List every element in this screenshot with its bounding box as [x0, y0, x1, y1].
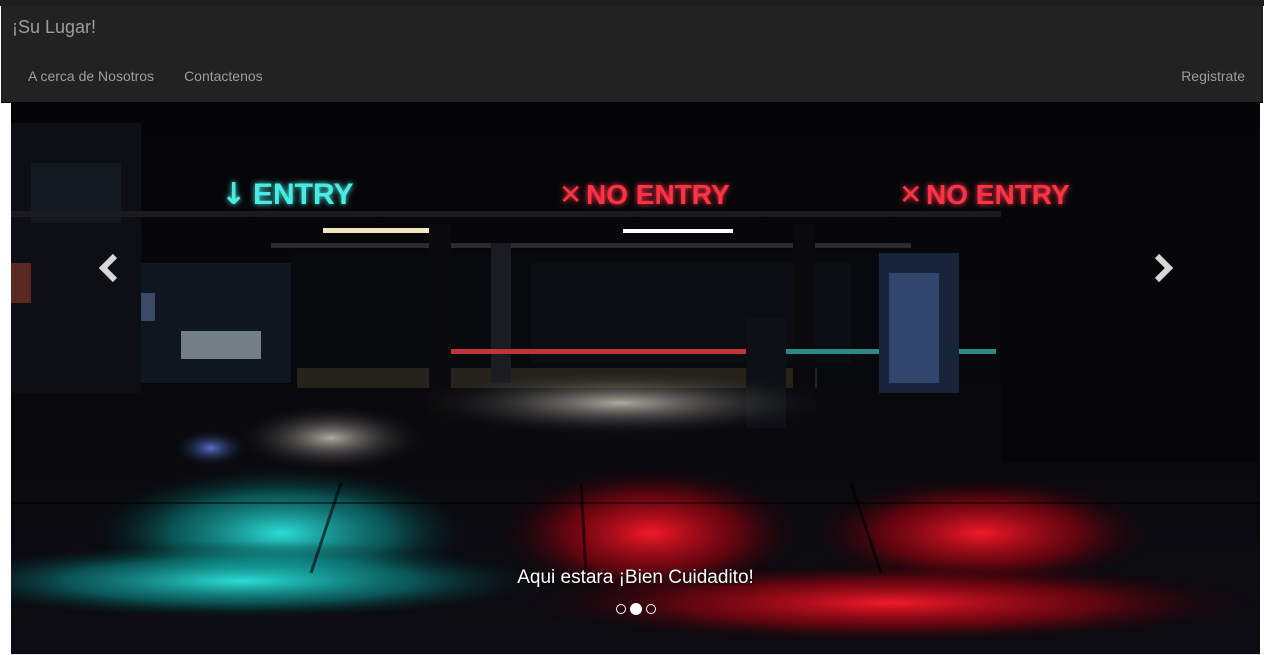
sign-entry: ENTRY [253, 178, 354, 211]
carousel-caption: Aqui estara ¡Bien Cuidadito! [517, 567, 754, 588]
carousel-indicators [11, 603, 1260, 615]
carousel-indicator-2[interactable] [629, 603, 642, 615]
nav-link-about[interactable]: A cerca de Nosotros [13, 66, 169, 86]
svg-text:↓: ↓ [221, 177, 246, 212]
image-carousel: ↓ ENTRY ✕ NO ENTRY ✕ NO ENTRY Aqui estar… [11, 103, 1260, 654]
chevron-right-icon [1154, 253, 1174, 283]
carousel-indicator-1[interactable] [615, 604, 626, 614]
carousel-indicator-3[interactable] [645, 604, 656, 614]
sign-no-entry-middle: NO ENTRY [586, 179, 730, 210]
carousel-next-control[interactable] [1133, 243, 1193, 293]
sign-no-entry-right: NO ENTRY [926, 179, 1070, 210]
brand-link[interactable]: ¡Su Lugar! [12, 16, 96, 38]
svg-text:✕: ✕ [899, 178, 922, 211]
navbar: ¡Su Lugar! A cerca de Nosotros Contacten… [1, 6, 1263, 103]
nav-link-contact[interactable]: Contactenos [169, 66, 278, 86]
chevron-left-icon [98, 253, 118, 283]
nav-links-right: Registrate [1166, 66, 1260, 86]
nav-links-left: A cerca de Nosotros Contactenos [13, 66, 278, 86]
nav-link-register[interactable]: Registrate [1166, 66, 1260, 86]
svg-text:✕: ✕ [559, 178, 582, 211]
carousel-prev-control[interactable] [79, 243, 139, 293]
